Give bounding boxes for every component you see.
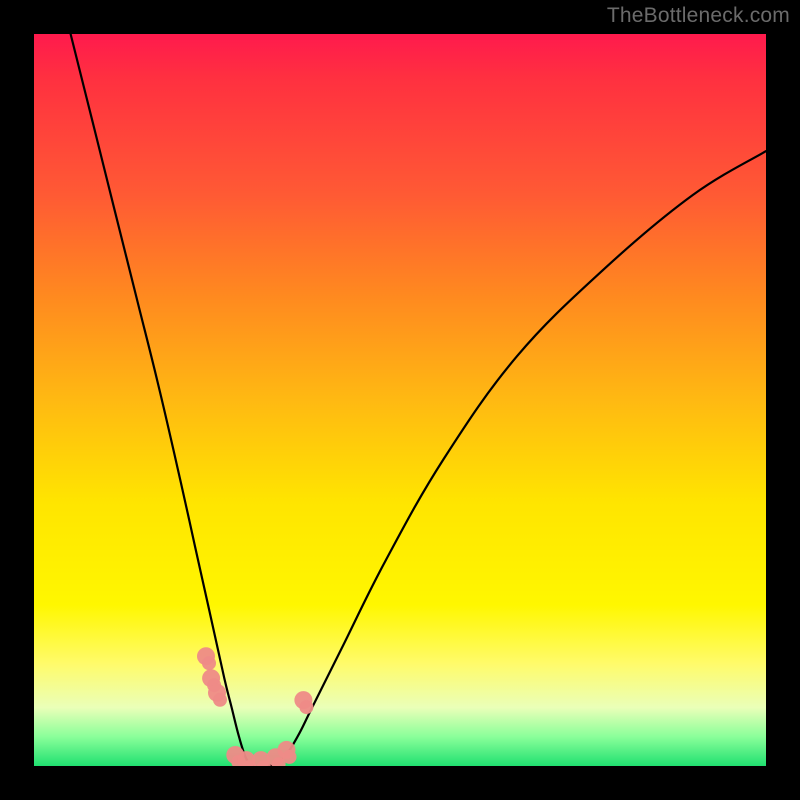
marker-layer (197, 647, 313, 766)
bottleneck-curve (71, 34, 766, 766)
marker-left-cluster-a (197, 647, 216, 670)
plot-area (34, 34, 766, 766)
marker-left-cluster-c (208, 684, 227, 707)
chart-frame: TheBottleneck.com (0, 0, 800, 800)
watermark-text: TheBottleneck.com (607, 4, 790, 28)
marker-right-point (294, 691, 313, 714)
chart-svg (34, 34, 766, 766)
